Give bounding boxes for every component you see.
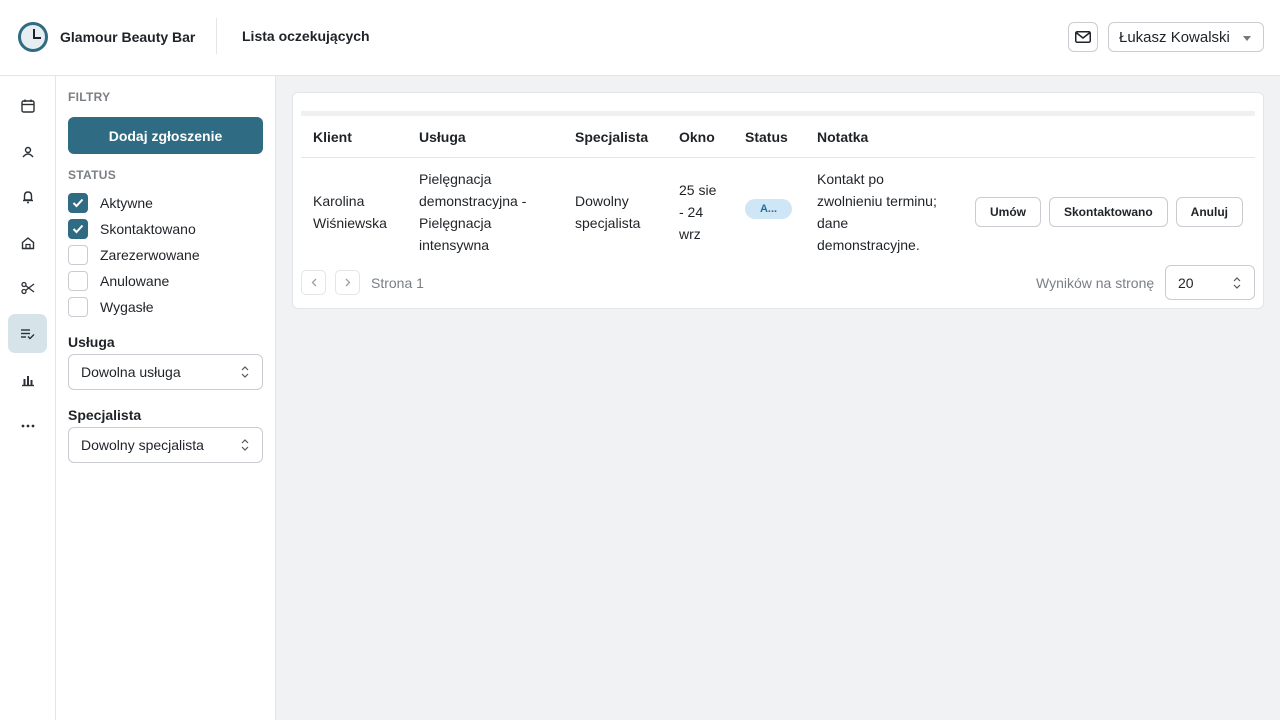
mail-icon — [1075, 31, 1091, 43]
status-badge: A... — [745, 199, 792, 220]
client-icon — [21, 146, 34, 157]
cell-client: Karolina Wiśniewska — [313, 193, 387, 232]
clock-logo-icon — [18, 22, 48, 52]
status-filter-expired[interactable]: Wygasłe — [68, 296, 154, 318]
icon-rail — [0, 76, 56, 720]
clients-nav-button[interactable] — [8, 132, 47, 171]
per-page-value: 20 — [1178, 274, 1194, 291]
page-indicator: Strona 1 — [371, 275, 424, 291]
calendar-nav-button[interactable] — [8, 86, 47, 125]
checkbox-empty-icon[interactable] — [68, 245, 88, 265]
add-request-button[interactable]: Dodaj zgłoszenie — [68, 117, 263, 154]
cell-status: A... — [733, 157, 805, 267]
table-header-row: Klient Usługa Specjalista Okno Status No… — [301, 117, 1255, 158]
book-button[interactable]: Umów — [974, 197, 1041, 228]
page-title: Lista oczekujących — [242, 28, 370, 44]
column-header-actions — [953, 117, 1255, 158]
updown-chevron-icon — [241, 366, 249, 378]
calendar-icon — [20, 99, 35, 113]
prev-page-button[interactable] — [301, 270, 326, 295]
status-filter-label: Anulowane — [100, 273, 170, 289]
scissors-icon — [20, 281, 34, 294]
chevron-right-icon — [345, 278, 350, 287]
status-filter-active[interactable]: Aktywne — [68, 192, 153, 214]
cell-actions: Umów Skontaktowano Anuluj — [953, 157, 1255, 267]
column-header-client[interactable]: Klient — [301, 117, 407, 158]
service-select[interactable]: Dowolna usługa — [68, 354, 263, 390]
specialist-select-value: Dowolny specjalista — [81, 437, 204, 453]
cell-window: 25 sie - 24 wrz — [679, 182, 717, 243]
service-filter-label: Usługa — [68, 334, 115, 350]
chart-icon — [21, 375, 34, 386]
column-header-note[interactable]: Notatka — [805, 117, 953, 158]
status-filter-booked[interactable]: Zarezerwowane — [68, 244, 200, 266]
user-name: Łukasz Kowalski — [1119, 28, 1230, 46]
header-divider — [216, 18, 217, 54]
column-header-window[interactable]: Okno — [667, 117, 733, 158]
updown-chevron-icon — [1233, 277, 1241, 289]
column-header-service[interactable]: Usługa — [407, 117, 563, 158]
home-icon — [21, 236, 34, 249]
top-header: Glamour Beauty Bar Lista oczekujących Łu… — [0, 0, 1280, 76]
per-page-label: Wyników na stronę — [1036, 275, 1155, 291]
chevron-down-icon — [1243, 36, 1251, 41]
status-filter-label: Wygasłe — [100, 299, 154, 315]
specialist-filter-label: Specjalista — [68, 407, 142, 423]
next-page-button[interactable] — [335, 270, 360, 295]
service-select-value: Dowolna usługa — [81, 364, 181, 380]
reports-nav-button[interactable] — [8, 360, 47, 399]
status-filter-cancelled[interactable]: Anulowane — [68, 270, 169, 292]
table-toolbar — [301, 111, 1255, 116]
services-nav-button[interactable] — [8, 268, 47, 307]
more-icon — [21, 424, 34, 427]
cell-note: Kontakt po zwolnieniu terminu; dane demo… — [817, 171, 937, 254]
filters-heading: FILTRY — [68, 90, 111, 104]
filter-panel: FILTRY Dodaj zgłoszenie STATUS Aktywne S… — [56, 76, 276, 720]
waitlist-icon — [21, 328, 35, 339]
waitlist-nav-button[interactable] — [8, 314, 47, 353]
checkbox-checked-icon[interactable] — [68, 193, 88, 213]
column-header-specialist[interactable]: Specjalista — [563, 117, 667, 158]
waitlist-table: Klient Usługa Specjalista Okno Status No… — [301, 117, 1255, 267]
specialist-select[interactable]: Dowolny specjalista — [68, 427, 263, 463]
cell-specialist: Dowolny specjalista — [575, 193, 641, 232]
messages-button[interactable] — [1068, 22, 1098, 52]
salon-nav-button[interactable] — [8, 223, 47, 262]
mark-contacted-button[interactable]: Skontaktowano — [1048, 197, 1168, 228]
updown-chevron-icon — [241, 439, 249, 451]
per-page-select[interactable]: 20 — [1165, 265, 1255, 300]
more-nav-button[interactable] — [8, 406, 47, 445]
status-filter-label: Aktywne — [100, 195, 153, 211]
status-filter-label: Skontaktowano — [100, 221, 196, 237]
status-filter-label: Zarezerwowane — [100, 247, 200, 263]
table-row: Karolina Wiśniewska Pielęgnacja demonstr… — [301, 157, 1255, 267]
status-filter-contacted[interactable]: Skontaktowano — [68, 218, 196, 240]
chevron-left-icon — [311, 278, 316, 287]
user-menu-button[interactable]: Łukasz Kowalski — [1108, 22, 1264, 52]
brand-name: Glamour Beauty Bar — [60, 29, 196, 45]
checkbox-empty-icon[interactable] — [68, 297, 88, 317]
cell-service: Pielęgnacja demonstracyjna - Pielęgnacja… — [419, 171, 527, 254]
checkbox-checked-icon[interactable] — [68, 219, 88, 239]
status-heading: STATUS — [68, 168, 117, 182]
checkbox-empty-icon[interactable] — [68, 271, 88, 291]
waitlist-card: Klient Usługa Specjalista Okno Status No… — [292, 92, 1264, 309]
bell-icon — [22, 190, 33, 203]
cancel-button[interactable]: Anuluj — [1175, 197, 1243, 228]
column-header-status[interactable]: Status — [733, 117, 805, 158]
notifications-nav-button[interactable] — [8, 177, 47, 216]
